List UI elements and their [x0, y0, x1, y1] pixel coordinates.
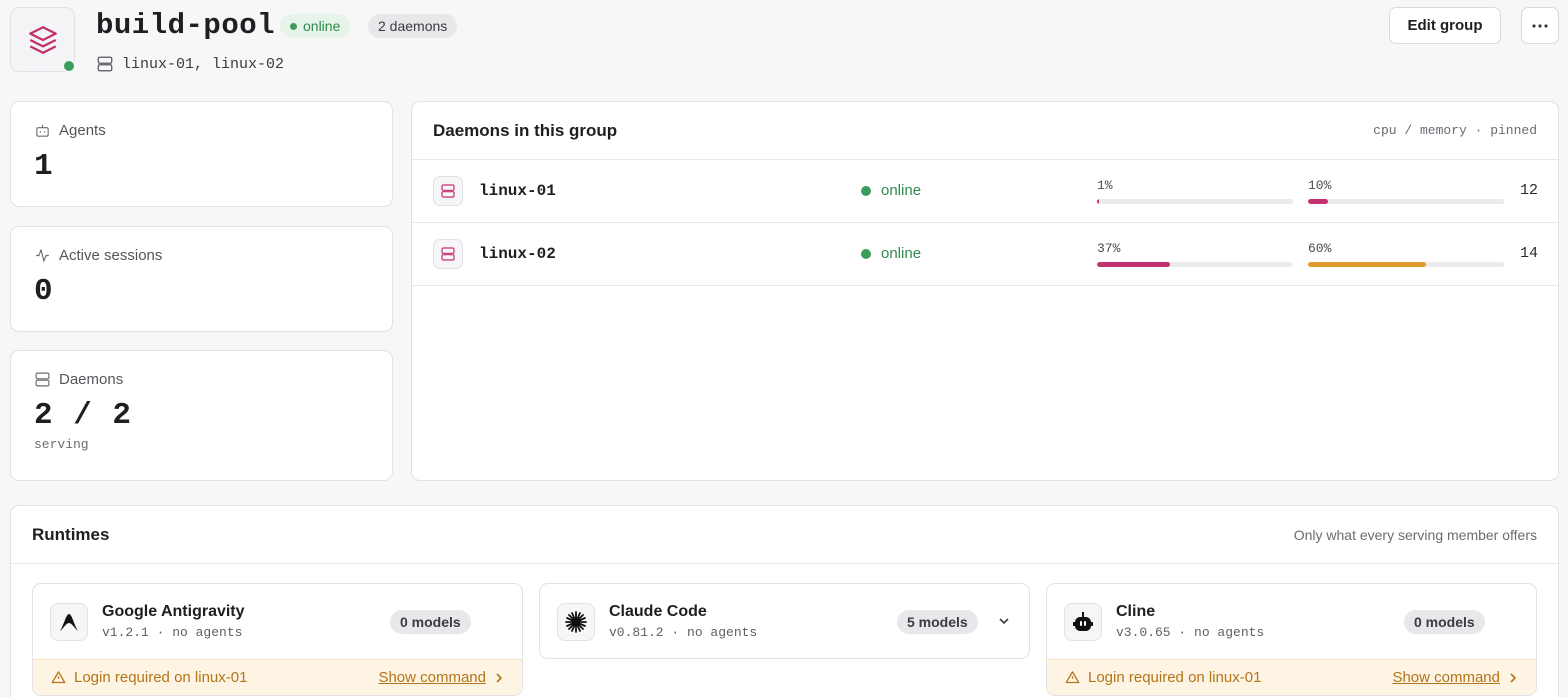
stat-card-active-sessions: Active sessions 0: [10, 226, 393, 332]
stat-value: 1: [34, 149, 54, 184]
panel-title: Runtimes: [32, 524, 110, 544]
show-command-label[interactable]: Show command: [1392, 669, 1500, 686]
online-dot: [290, 22, 297, 30]
server-icon: [35, 372, 50, 387]
activity-icon: [36, 249, 49, 262]
daemon-status: online: [861, 245, 921, 262]
more-options-button[interactable]: [1521, 7, 1559, 44]
server-icon: [433, 239, 463, 269]
daemon-name[interactable]: linux-01: [479, 182, 556, 200]
daemon-status: online: [861, 182, 921, 199]
warning-icon: [1065, 671, 1080, 684]
server-icon: [433, 176, 463, 206]
group-status-dot: [62, 59, 76, 73]
daemons-panel: Daemons in this group cpu / memory · pin…: [411, 101, 1559, 481]
chevron-down-icon: [999, 618, 1009, 625]
pinned-count: 12: [1519, 182, 1538, 199]
daemon-row[interactable]: linux-01 online 1% 10% 12: [412, 160, 1558, 223]
memory-meter: 60%: [1308, 241, 1504, 267]
memory-value: 10%: [1308, 178, 1332, 193]
warning-text: Login required on linux-01: [74, 669, 248, 686]
cline-robot-icon: [1064, 603, 1102, 641]
runtime-name: Claude Code: [609, 603, 707, 620]
more-horizontal-icon: [1532, 23, 1548, 28]
runtime-meta: v3.0.65 · no agents: [1116, 625, 1265, 640]
bot-icon: [36, 124, 49, 137]
memory-value: 60%: [1308, 241, 1332, 256]
daemon-count-badge: 2 daemons: [368, 14, 458, 38]
chevron-right-icon: [1510, 672, 1517, 683]
page-title: build-pool: [96, 9, 276, 42]
stat-sub: serving: [34, 437, 89, 452]
claude-burst-icon: [557, 603, 595, 641]
runtime-meta: v1.2.1 · no agents: [102, 625, 243, 640]
panel-hint: Only what every serving member offers: [1293, 526, 1537, 543]
daemon-row[interactable]: linux-02 online 37% 60% 14: [412, 223, 1558, 286]
cpu-value: 1%: [1097, 178, 1113, 193]
login-warning: Login required on linux-01 Show command: [1047, 659, 1536, 695]
server-icon: [97, 56, 113, 72]
runtime-card-cline[interactable]: Cline v3.0.65 · no agents 0 models Login…: [1046, 583, 1537, 696]
models-badge: 0 models: [390, 610, 471, 634]
show-command-label[interactable]: Show command: [378, 669, 486, 686]
runtime-name: Cline: [1116, 603, 1156, 620]
show-command-link[interactable]: Show command: [1392, 669, 1518, 686]
memory-bar-fill: [1308, 199, 1328, 204]
show-command-link[interactable]: Show command: [378, 669, 504, 686]
stat-card-daemons: Daemons 2 / 2 serving: [10, 350, 393, 481]
panel-title: Daemons in this group: [433, 120, 618, 140]
layers-icon: [28, 25, 57, 54]
daemon-name[interactable]: linux-02: [479, 245, 556, 263]
stat-value: 0: [34, 274, 54, 309]
expand-toggle[interactable]: [995, 612, 1013, 630]
chevron-right-icon: [496, 672, 503, 683]
stat-card-agents: Agents 1: [10, 101, 393, 207]
status-badge-label: online: [303, 18, 341, 34]
cpu-meter: 1%: [1097, 178, 1293, 204]
member-names: linux-01, linux-02: [122, 55, 285, 73]
memory-bar-fill: [1308, 262, 1426, 267]
status-badge: online: [280, 14, 351, 38]
stat-label: Agents: [59, 122, 106, 139]
memory-meter: 10%: [1308, 178, 1504, 204]
models-badge: 5 models: [897, 610, 978, 634]
runtime-name: Google Antigravity: [102, 603, 245, 620]
cpu-meter: 37%: [1097, 241, 1293, 267]
warning-icon: [51, 671, 66, 684]
stat-label: Active sessions: [59, 247, 163, 264]
member-list: linux-01, linux-02: [96, 55, 284, 73]
antigravity-icon: [50, 603, 88, 641]
cpu-bar-fill: [1097, 262, 1170, 267]
login-warning: Login required on linux-01 Show command: [33, 659, 522, 695]
edit-group-button[interactable]: Edit group: [1389, 7, 1501, 44]
runtime-meta: v0.81.2 · no agents: [609, 625, 758, 640]
models-badge: 0 models: [1404, 610, 1485, 634]
runtime-card-claude-code[interactable]: Claude Code v0.81.2 · no agents 5 models: [539, 583, 1030, 659]
warning-text: Login required on linux-01: [1088, 669, 1262, 686]
stat-label: Daemons: [59, 371, 124, 388]
runtime-card-google-antigravity[interactable]: Google Antigravity v1.2.1 · no agents 0 …: [32, 583, 523, 696]
pinned-count: 14: [1519, 245, 1538, 262]
stat-value: 2 / 2: [34, 398, 133, 433]
runtimes-panel: Runtimes Only what every serving member …: [10, 505, 1559, 697]
cpu-bar-fill: [1097, 199, 1099, 204]
panel-hint: cpu / memory · pinned: [1373, 123, 1537, 138]
cpu-value: 37%: [1097, 241, 1121, 256]
group-icon: [10, 7, 76, 73]
